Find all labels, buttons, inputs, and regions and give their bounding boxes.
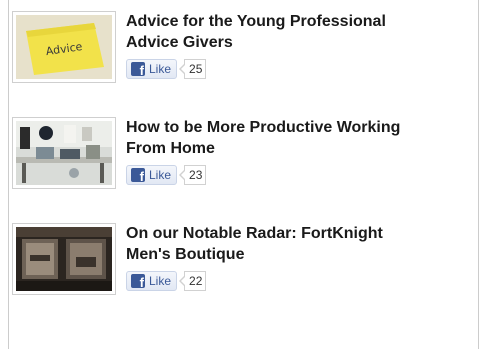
article-title-link[interactable]: How to be More Productive Working From H… bbox=[126, 117, 411, 159]
facebook-like-button[interactable]: f Like bbox=[126, 271, 178, 291]
facebook-icon: f bbox=[131, 274, 145, 289]
article-thumbnail-home-office[interactable] bbox=[12, 117, 116, 189]
like-count: 22 bbox=[178, 271, 207, 291]
facebook-like-button[interactable]: f Like bbox=[126, 59, 178, 79]
like-label: Like bbox=[149, 168, 172, 182]
article-title-link[interactable]: Advice for the Young Professional Advice… bbox=[126, 11, 411, 53]
article-content: How to be More Productive Working From H… bbox=[126, 116, 411, 186]
article-title-link[interactable]: On our Notable Radar: FortKnight Men's B… bbox=[126, 223, 411, 265]
article-list: Advice Advice for the Young Professional… bbox=[12, 10, 467, 328]
article-thumbnail-advice[interactable]: Advice bbox=[12, 11, 116, 83]
storefront-image bbox=[16, 227, 112, 291]
like-widget: f Like 25 bbox=[126, 58, 411, 80]
facebook-icon: f bbox=[131, 168, 145, 183]
facebook-icon: f bbox=[131, 62, 145, 77]
list-item: How to be More Productive Working From H… bbox=[12, 116, 467, 222]
article-content: Advice for the Young Professional Advice… bbox=[126, 10, 411, 80]
article-content: On our Notable Radar: FortKnight Men's B… bbox=[126, 222, 411, 292]
list-item: Advice Advice for the Young Professional… bbox=[12, 10, 467, 116]
like-label: Like bbox=[149, 274, 172, 288]
like-count: 25 bbox=[178, 59, 207, 79]
like-widget: f Like 22 bbox=[126, 270, 411, 292]
article-thumbnail-boutique[interactable] bbox=[12, 223, 116, 295]
list-item: On our Notable Radar: FortKnight Men's B… bbox=[12, 222, 467, 328]
home-office-image bbox=[16, 121, 112, 185]
facebook-like-button[interactable]: f Like bbox=[126, 165, 178, 185]
like-count: 23 bbox=[178, 165, 207, 185]
sticky-note-image: Advice bbox=[16, 15, 112, 79]
like-label: Like bbox=[149, 62, 172, 76]
like-widget: f Like 23 bbox=[126, 164, 411, 186]
